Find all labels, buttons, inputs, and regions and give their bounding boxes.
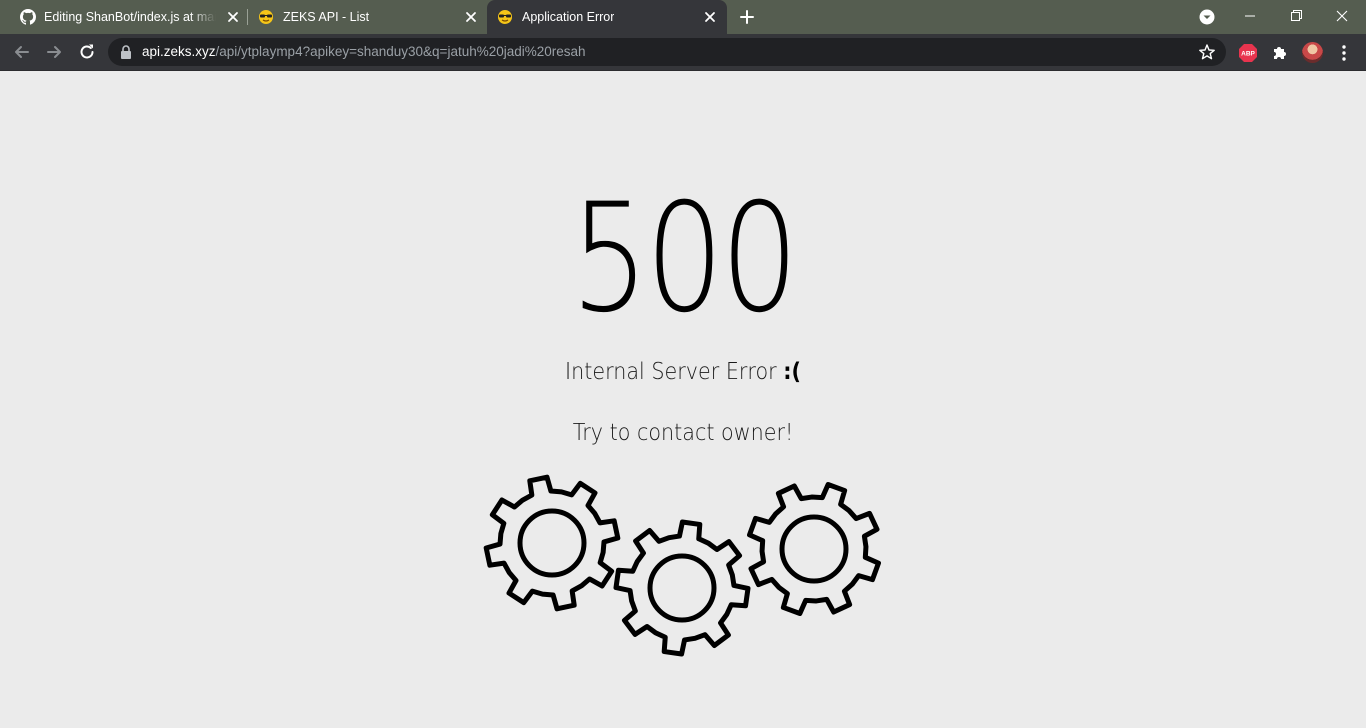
- gear-hole: [517, 508, 587, 578]
- tab-title: ZEKS API - List: [283, 10, 370, 24]
- tab-search-icon[interactable]: [1198, 8, 1216, 26]
- minimize-icon[interactable]: [1238, 5, 1262, 27]
- gear-icon: [747, 482, 881, 616]
- svg-text:ABP: ABP: [1241, 51, 1255, 58]
- error-message-text: Internal Server Error: [565, 359, 777, 385]
- tab-editing-shanbot[interactable]: Editing ShanBot/index.js at main: [0, 0, 246, 34]
- github-icon: [20, 9, 36, 25]
- emoji-sunglasses-icon: [259, 10, 273, 24]
- restore-icon[interactable]: [1284, 5, 1308, 27]
- window-close-icon[interactable]: [1330, 5, 1354, 27]
- reload-icon[interactable]: [77, 42, 97, 62]
- page-content: 500 Internal Server Error :( Try to cont…: [0, 71, 1366, 728]
- gear-hole: [779, 514, 849, 584]
- tab-title: Editing ShanBot/index.js at main: [44, 10, 216, 24]
- url-text[interactable]: api.zeks.xyz/api/ytplaymp4?apikey=shandu…: [142, 44, 586, 59]
- gear-outline: [613, 519, 751, 657]
- tab-zeks-api-list[interactable]: ZEKS API - List: [248, 0, 486, 34]
- tab-title: Application Error: [522, 10, 615, 24]
- close-icon[interactable]: [703, 10, 717, 24]
- sad-face: :(: [783, 359, 801, 385]
- close-icon[interactable]: [226, 10, 240, 24]
- gear-outline: [483, 474, 621, 612]
- new-tab-plus-icon[interactable]: [739, 9, 755, 25]
- tab-application-error[interactable]: Application Error: [487, 0, 727, 34]
- lock-icon[interactable]: [120, 45, 132, 59]
- back-arrow-icon[interactable]: [12, 42, 32, 62]
- emoji-sunglasses-icon: [498, 10, 512, 24]
- forward-arrow-icon[interactable]: [44, 42, 64, 62]
- tab-strip: Editing ShanBot/index.js at main ZEKS AP…: [0, 0, 1366, 34]
- error-code: 500: [570, 172, 799, 346]
- url-path: /api/ytplaymp4?apikey=shanduy30&q=jatuh%…: [215, 44, 586, 59]
- url-host: api.zeks.xyz: [142, 44, 216, 59]
- profile-avatar[interactable]: [1302, 42, 1323, 63]
- more-menu-icon[interactable]: [1336, 43, 1352, 63]
- bookmark-star-icon[interactable]: [1198, 43, 1216, 61]
- browser-toolbar: api.zeks.xyz/api/ytplaymp4?apikey=shandu…: [0, 34, 1366, 98]
- gear-outline: [747, 482, 881, 616]
- adblock-plus-icon[interactable]: ABP: [1238, 43, 1258, 63]
- address-bar[interactable]: api.zeks.xyz/api/ytplaymp4?apikey=shandu…: [108, 38, 1226, 66]
- gear-hole: [647, 553, 717, 623]
- error-message: Internal Server Error :(: [68, 359, 1297, 385]
- contact-hint: Try to contact owner!: [572, 420, 794, 446]
- close-icon[interactable]: [464, 10, 478, 24]
- extensions-puzzle-icon[interactable]: [1270, 43, 1290, 63]
